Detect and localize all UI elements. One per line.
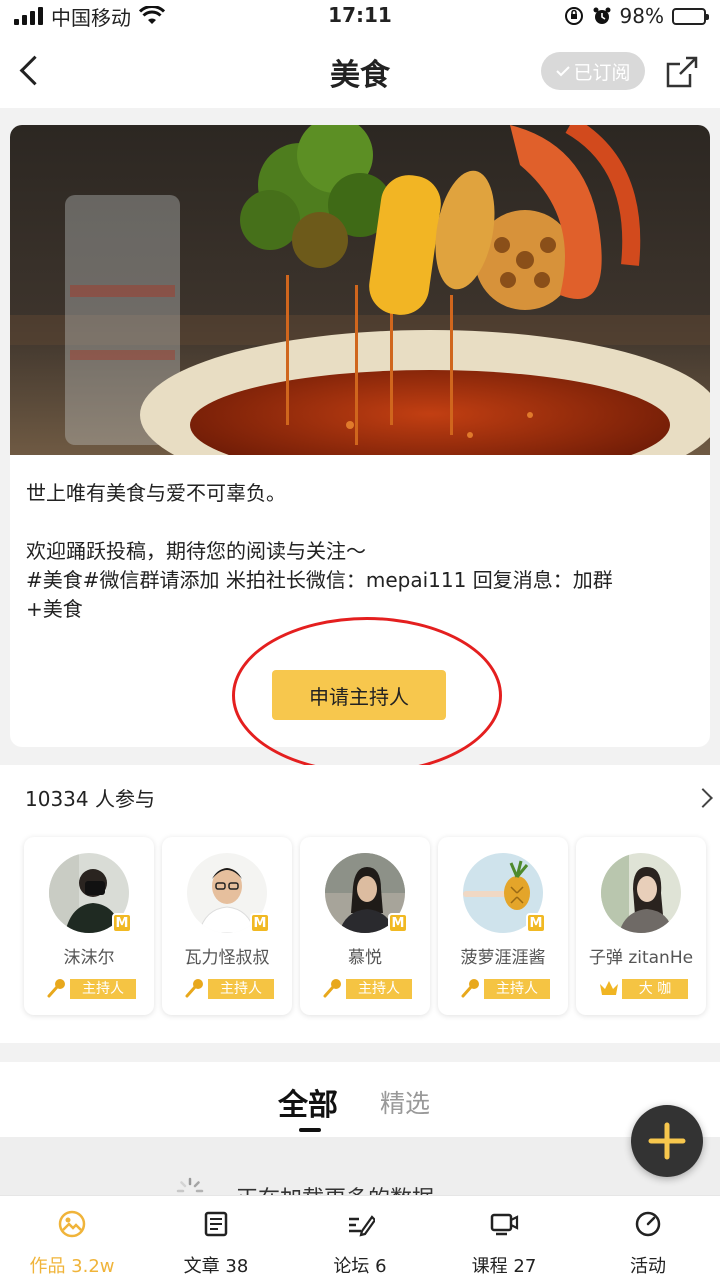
checkmark-icon bbox=[556, 66, 571, 77]
status-right: 98% bbox=[564, 4, 709, 28]
host-role: 大 咖 bbox=[598, 977, 688, 999]
back-button[interactable] bbox=[10, 46, 54, 96]
member-badge: M bbox=[526, 913, 546, 933]
host-card[interactable]: M 沫沫尔 主持人 bbox=[24, 837, 154, 1015]
host-role: 主持人 bbox=[460, 977, 550, 999]
role-tag: 大 咖 bbox=[622, 979, 688, 999]
member-badge: M bbox=[388, 913, 408, 933]
chevron-right-icon[interactable] bbox=[694, 785, 718, 809]
description-line: 世上唯有美食与爱不可辜负。 bbox=[26, 481, 286, 505]
orientation-lock-icon bbox=[564, 7, 583, 25]
role-tag: 主持人 bbox=[346, 979, 412, 999]
alarm-icon bbox=[593, 7, 611, 24]
topic-cover-image bbox=[10, 125, 710, 455]
plus-icon bbox=[648, 1122, 686, 1160]
loading-row: 正在加载更多的数据 bbox=[0, 1137, 720, 1195]
loading-spinner-icon bbox=[176, 1177, 204, 1193]
status-bar: 中国移动 17:11 98% bbox=[0, 0, 720, 34]
activity-icon bbox=[635, 1211, 661, 1237]
course-icon bbox=[490, 1213, 519, 1236]
host-card[interactable]: M 慕悦 主持人 bbox=[300, 837, 430, 1015]
member-badge: M bbox=[112, 913, 132, 933]
host-role: 主持人 bbox=[184, 977, 274, 999]
bottom-tab-activities[interactable]: 活动 bbox=[576, 1196, 720, 1283]
bottom-tab-courses[interactable]: 课程 27 bbox=[432, 1196, 576, 1283]
article-icon bbox=[204, 1211, 228, 1237]
bottom-tab-label: 文章 38 bbox=[183, 1256, 249, 1277]
bottom-tab-label: 课程 27 bbox=[471, 1256, 537, 1277]
add-post-button[interactable] bbox=[631, 1105, 703, 1177]
host-card[interactable]: 子弹 zitanHe 大 咖 bbox=[576, 837, 706, 1015]
microphone-icon bbox=[323, 979, 341, 998]
app-root: 中国移动 17:11 98% 美食 已订阅 世上唯有美食与爱不可辜负。 欢迎踊跃… bbox=[0, 0, 720, 1283]
host-role: 主持人 bbox=[322, 977, 412, 999]
description-line: 欢迎踊跃投稿，期待您的阅读与关注～ bbox=[26, 539, 366, 563]
microphone-icon bbox=[47, 979, 65, 998]
participant-count: 10334 人参与 bbox=[25, 787, 155, 811]
battery-percent: 98% bbox=[619, 4, 664, 28]
host-card[interactable]: M 菠萝涯涯酱 主持人 bbox=[438, 837, 568, 1015]
tab-all[interactable]: 全部 bbox=[278, 1080, 338, 1124]
participants-section: 10334 人参与 M 沫沫尔 主持人 M 瓦力怪叔叔 主持人 M 慕悦 主持人… bbox=[0, 765, 720, 1043]
topic-description: 世上唯有美食与爱不可辜负。 欢迎踊跃投稿，期待您的阅读与关注～ #美食#微信群请… bbox=[26, 479, 696, 624]
bottom-tab-label: 活动 bbox=[630, 1256, 666, 1277]
share-icon[interactable] bbox=[664, 54, 700, 90]
host-name: 沫沫尔 bbox=[63, 948, 115, 968]
loading-text: 正在加载更多的数据 bbox=[236, 1181, 434, 1195]
battery-icon bbox=[672, 7, 709, 25]
topic-intro-card: 世上唯有美食与爱不可辜负。 欢迎踊跃投稿，期待您的阅读与关注～ #美食#微信群请… bbox=[10, 125, 710, 747]
role-tag: 主持人 bbox=[484, 979, 550, 999]
subscribed-label: 已订阅 bbox=[573, 61, 631, 84]
role-tag: 主持人 bbox=[70, 979, 136, 999]
host-name: 瓦力怪叔叔 bbox=[184, 948, 270, 968]
bottom-tab-label: 论坛 6 bbox=[333, 1256, 387, 1277]
subscribed-button[interactable]: 已订阅 bbox=[541, 52, 645, 90]
tab-featured[interactable]: 精选 bbox=[380, 1084, 430, 1120]
host-name: 子弹 zitanHe bbox=[588, 948, 694, 968]
host-name: 菠萝涯涯酱 bbox=[460, 948, 546, 968]
avatar bbox=[601, 853, 681, 933]
feed-tabs: 全部 精选 bbox=[0, 1062, 720, 1137]
member-badge: M bbox=[250, 913, 270, 933]
host-role: 主持人 bbox=[46, 977, 136, 999]
description-line bbox=[26, 508, 696, 537]
role-tag: 主持人 bbox=[208, 979, 274, 999]
microphone-icon bbox=[461, 979, 479, 998]
bottom-navigation: 作品 3.2w 文章 38 论坛 6 课程 27 活动 bbox=[0, 1195, 720, 1283]
host-name: 慕悦 bbox=[348, 948, 382, 968]
active-tab-indicator bbox=[299, 1128, 321, 1132]
bottom-tab-label: 作品 3.2w bbox=[29, 1256, 115, 1277]
description-line: #美食#微信群请添加 米拍社长微信：mepai111 回复消息：加群 bbox=[26, 568, 613, 592]
forum-icon bbox=[349, 1215, 375, 1237]
microphone-icon bbox=[185, 979, 203, 998]
host-card[interactable]: M 瓦力怪叔叔 主持人 bbox=[162, 837, 292, 1015]
description-line: +美食 bbox=[26, 597, 83, 621]
crown-icon bbox=[600, 981, 618, 995]
navigation-bar: 美食 已订阅 bbox=[0, 34, 720, 108]
photo-icon bbox=[58, 1210, 86, 1238]
bottom-tab-articles[interactable]: 文章 38 bbox=[144, 1196, 288, 1283]
apply-host-button[interactable]: 申请主持人 bbox=[272, 670, 446, 720]
bottom-tab-forum[interactable]: 论坛 6 bbox=[288, 1196, 432, 1283]
bottom-tab-works[interactable]: 作品 3.2w bbox=[0, 1196, 144, 1283]
